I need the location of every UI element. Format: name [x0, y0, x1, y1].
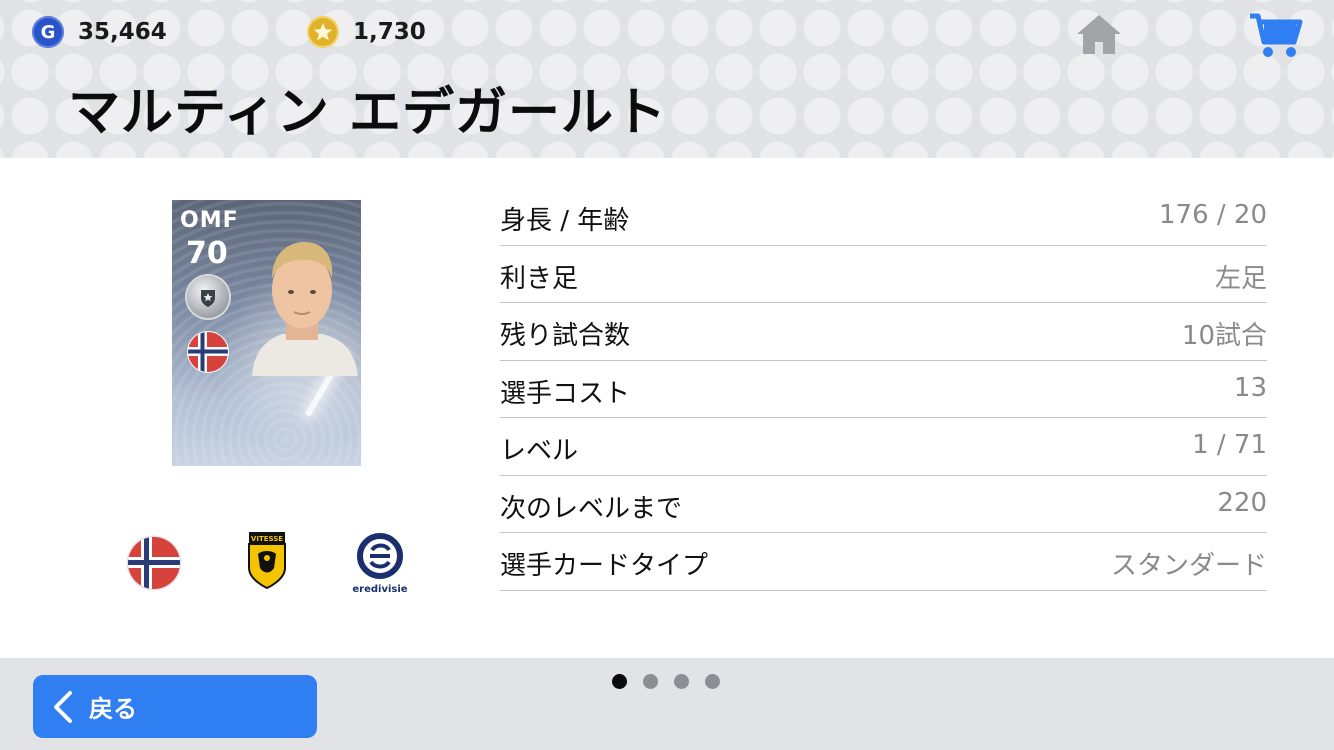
- page-dot-3[interactable]: [674, 674, 689, 689]
- info-label: 選手カードタイプ: [500, 551, 709, 581]
- gp-balance: G 35,464: [32, 14, 167, 50]
- cart-icon[interactable]: [1248, 10, 1304, 60]
- page-dot-2[interactable]: [643, 674, 658, 689]
- star-coin-icon: [307, 16, 339, 48]
- header: G 35,464 1,730 マルティン エデガールト: [0, 0, 1334, 158]
- page-dot-4[interactable]: [705, 674, 720, 689]
- card-position: OMF: [180, 208, 239, 233]
- info-label: レベル: [500, 436, 579, 466]
- info-value: スタンダード: [1110, 551, 1267, 581]
- club-crest-icon[interactable]: VITESSE: [248, 532, 286, 592]
- info-row-player-cost: 選手コスト 13: [500, 361, 1267, 418]
- league-logo-eredivisie-icon[interactable]: eredivisie: [350, 532, 410, 596]
- player-photo: [252, 242, 358, 376]
- info-row-height-age: 身長 / 年齢 176 / 20: [500, 188, 1267, 246]
- info-value: 左足: [1214, 263, 1267, 294]
- player-name: マルティン エデガールト: [68, 83, 667, 143]
- info-label: 選手コスト: [500, 378, 631, 409]
- info-row-next-level: 次のレベルまで 220: [500, 476, 1267, 533]
- page-indicator: [612, 674, 736, 689]
- info-value: 13: [1233, 372, 1267, 403]
- info-row-remaining-matches: 残り試合数 10試合: [500, 303, 1267, 361]
- info-row-card-type: 選手カードタイプ スタンダード: [500, 533, 1267, 591]
- info-row-level: レベル 1 / 71: [500, 418, 1267, 476]
- info-value: 220: [1217, 487, 1267, 518]
- info-row-strong-foot: 利き足 左足: [500, 246, 1267, 303]
- club-crest-text: VITESSE: [251, 535, 283, 543]
- info-value: 176 / 20: [1159, 200, 1267, 230]
- back-button[interactable]: 戻る: [33, 675, 317, 738]
- info-label: 残り試合数: [500, 321, 631, 351]
- home-icon[interactable]: [1075, 12, 1123, 56]
- coin-value: 1,730: [353, 19, 426, 45]
- info-value: 1 / 71: [1192, 430, 1267, 460]
- norway-flag-icon: [187, 331, 229, 373]
- info-label: 利き足: [500, 263, 579, 294]
- info-label: 次のレベルまで: [500, 493, 683, 524]
- page-dot-1[interactable]: [612, 674, 627, 689]
- player-info-table: 身長 / 年齢 176 / 20 利き足 左足 残り試合数 10試合 選手コスト…: [500, 188, 1267, 591]
- gp-value: 35,464: [78, 19, 167, 45]
- player-card: OMF 70: [172, 200, 361, 466]
- card-level-badge-icon: [187, 276, 229, 318]
- gp-coin-icon: G: [32, 16, 64, 48]
- nation-flag-norway-icon[interactable]: [126, 535, 182, 591]
- chevron-left-icon: [54, 690, 72, 723]
- coin-balance: 1,730: [307, 14, 426, 50]
- card-rating: 70: [186, 236, 228, 271]
- league-logo-text: eredivisie: [352, 584, 407, 595]
- back-button-label: 戻る: [89, 695, 137, 723]
- info-label: 身長 / 年齢: [500, 206, 630, 236]
- info-value: 10試合: [1181, 321, 1267, 351]
